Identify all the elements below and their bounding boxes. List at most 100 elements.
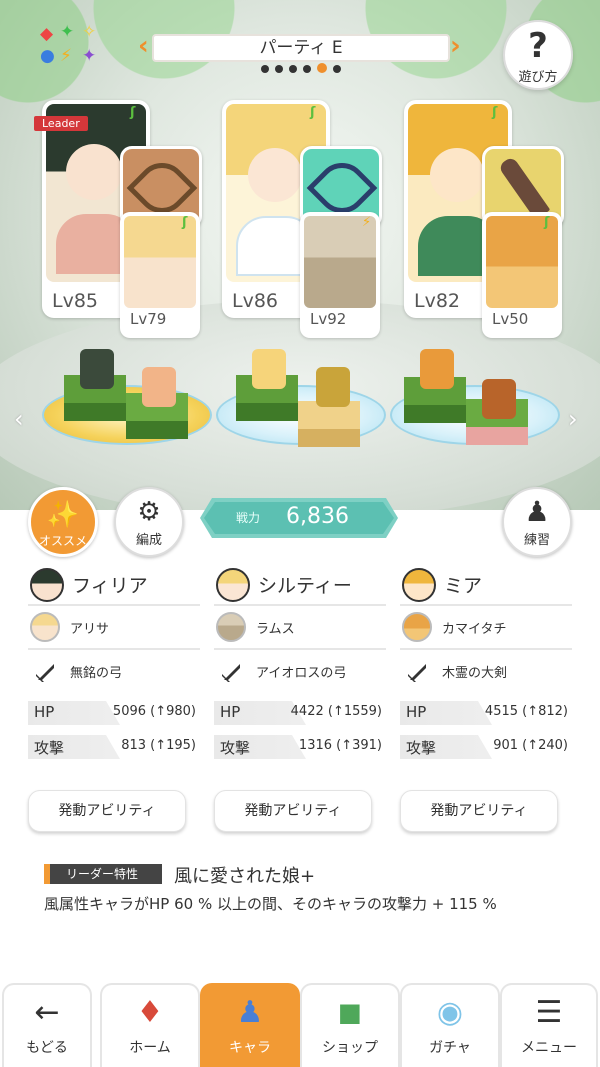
attack-label: 攻撃	[406, 739, 437, 757]
page-dot	[261, 65, 269, 73]
next-party-button[interactable]: ›	[450, 32, 464, 62]
terrain-block	[298, 401, 360, 447]
sub-face-icon	[402, 612, 432, 642]
sub-member-name: アリサ	[70, 622, 110, 637]
party-selector: ‹ パーティ E ›	[138, 30, 461, 73]
main-member-row[interactable]: ミア	[400, 562, 572, 606]
member-face-icon	[216, 568, 250, 602]
ability-button-1[interactable]: 発動アビリティ	[28, 790, 186, 832]
main-level: Lv85	[52, 290, 99, 312]
member-face-icon	[402, 568, 436, 602]
scroll-right-arrow[interactable]: ›	[568, 405, 578, 433]
ability-button-2[interactable]: 発動アビリティ	[214, 790, 372, 832]
main-member-row[interactable]: シルティー	[214, 562, 386, 606]
prev-party-button[interactable]: ‹	[138, 32, 152, 62]
sparkle-icon: ✨	[46, 500, 80, 530]
hp-stat: HP 4515 (↑812)	[400, 698, 572, 728]
wind-element-icon: ʃ	[544, 215, 550, 230]
page-dot	[275, 65, 283, 73]
search-gear-icon: ⚙	[137, 497, 161, 527]
practice-button[interactable]: ♟ 練習	[502, 487, 572, 557]
sub-character-card[interactable]: Lv50 ʃ	[482, 212, 562, 338]
page-dot	[303, 65, 311, 73]
hp-label: HP	[34, 703, 55, 721]
power-value: 6,836	[286, 504, 349, 529]
ability-button-3[interactable]: 発動アビリティ	[400, 790, 558, 832]
attack-value: 1316 (↑391)	[298, 738, 382, 753]
wind-element-icon: ʃ	[130, 105, 136, 120]
formation-button[interactable]: ⚙ 編成	[114, 487, 184, 557]
party-platform-1	[42, 345, 212, 445]
party-slot-3[interactable]: Lv82 ʃ Lv50 ʃ	[404, 100, 564, 338]
sub-character-card[interactable]: Lv92 ⚡	[300, 212, 380, 338]
sub-face-icon	[216, 612, 246, 642]
menu-list-icon: ☰	[535, 995, 563, 1030]
sub-level: Lv79	[130, 310, 167, 328]
character-icon: ♟	[236, 995, 264, 1030]
nav-shop[interactable]: ◼ ショップ	[300, 983, 400, 1067]
party-scene: ◆ ✦ ✧ ● ⚡ ✦ ‹ パーティ E › ? 遊び方 Lv85 ʃ Lead…	[0, 0, 600, 510]
sword-icon	[222, 664, 240, 682]
main-level: Lv86	[232, 290, 279, 312]
leader-skill-tag: リーダー特性	[44, 864, 162, 884]
hp-value: 4422 (↑1559)	[290, 704, 382, 719]
member-face-icon	[30, 568, 64, 602]
party-platform-2	[216, 345, 386, 447]
sub-face-icon	[30, 612, 60, 642]
wind-element-icon: ʃ	[310, 105, 316, 120]
party-power: 戦力 6,836	[200, 498, 398, 538]
home-icon: ♦	[136, 995, 164, 1030]
nav-back[interactable]: ← もどる	[2, 983, 92, 1067]
member-column-3: ミア カマイタチ 木霊の大剣 HP 4515 (↑812) 攻撃 901 (↑2…	[400, 562, 572, 762]
attack-label: 攻撃	[34, 739, 65, 757]
page-dot	[333, 65, 341, 73]
sub-member-row[interactable]: ラムス	[214, 606, 386, 650]
help-button[interactable]: ? 遊び方	[503, 20, 573, 90]
sub-member-name: ラムス	[256, 622, 295, 637]
sub-member-row[interactable]: カマイタチ	[400, 606, 572, 650]
weapon-name: 無銘の弓	[70, 666, 123, 681]
sword-icon	[408, 664, 426, 682]
page-dot	[289, 65, 297, 73]
party-platform-3	[390, 345, 560, 445]
nav-back-label: もどる	[26, 1040, 68, 1056]
member-name: フィリア	[72, 575, 148, 597]
main-level: Lv82	[414, 290, 461, 312]
element-filter-icon[interactable]: ◆ ✦ ✧ ● ⚡ ✦	[38, 24, 114, 74]
hp-label: HP	[220, 703, 241, 721]
nav-chara[interactable]: ♟ キャラ	[200, 983, 300, 1067]
page-dot-active	[317, 63, 327, 73]
question-icon: ?	[528, 26, 548, 66]
character-sprite	[252, 349, 286, 389]
bottom-navigation: ← もどる ♦ ホーム ♟ キャラ ◼ ショップ ◉ ガチャ ☰ メニュー	[0, 983, 600, 1067]
hp-value: 4515 (↑812)	[484, 704, 568, 719]
member-name: ミア	[444, 575, 483, 597]
leader-skill-title: 風に愛された娘+	[174, 866, 316, 887]
character-sprite	[80, 349, 114, 389]
party-slot-1[interactable]: Lv85 ʃ Leader Lv79 ʃ	[34, 100, 202, 338]
attack-value: 813 (↑195)	[121, 738, 196, 753]
thunder-element-icon: ⚡	[362, 215, 372, 230]
formation-label: 編成	[135, 533, 162, 548]
power-label: 戦力	[236, 511, 261, 525]
nav-gacha[interactable]: ◉ ガチャ	[400, 983, 500, 1067]
party-slot-2[interactable]: Lv86 ʃ Lv92 ⚡	[222, 100, 382, 338]
character-sprite	[142, 367, 176, 407]
main-member-row[interactable]: フィリア	[28, 562, 200, 606]
nav-home[interactable]: ♦ ホーム	[100, 983, 200, 1067]
weapon-name: 木霊の大剣	[442, 666, 508, 681]
nav-shop-label: ショップ	[322, 1040, 378, 1056]
weapon-name: アイオロスの弓	[256, 666, 347, 681]
sub-member-row[interactable]: アリサ	[28, 606, 200, 650]
recommend-button[interactable]: ✨ オススメ	[28, 487, 98, 557]
nav-menu[interactable]: ☰ メニュー	[500, 983, 598, 1067]
scroll-left-arrow[interactable]: ‹	[14, 405, 24, 433]
hp-label: HP	[406, 703, 427, 721]
party-page-indicator	[142, 63, 460, 73]
weapon-row[interactable]: 無銘の弓	[28, 650, 200, 694]
sub-character-card[interactable]: Lv79 ʃ	[120, 212, 200, 338]
weapon-row[interactable]: アイオロスの弓	[214, 650, 386, 694]
weapon-row[interactable]: 木霊の大剣	[400, 650, 572, 694]
sub-level: Lv50	[492, 310, 529, 328]
attack-value: 901 (↑240)	[493, 738, 568, 753]
